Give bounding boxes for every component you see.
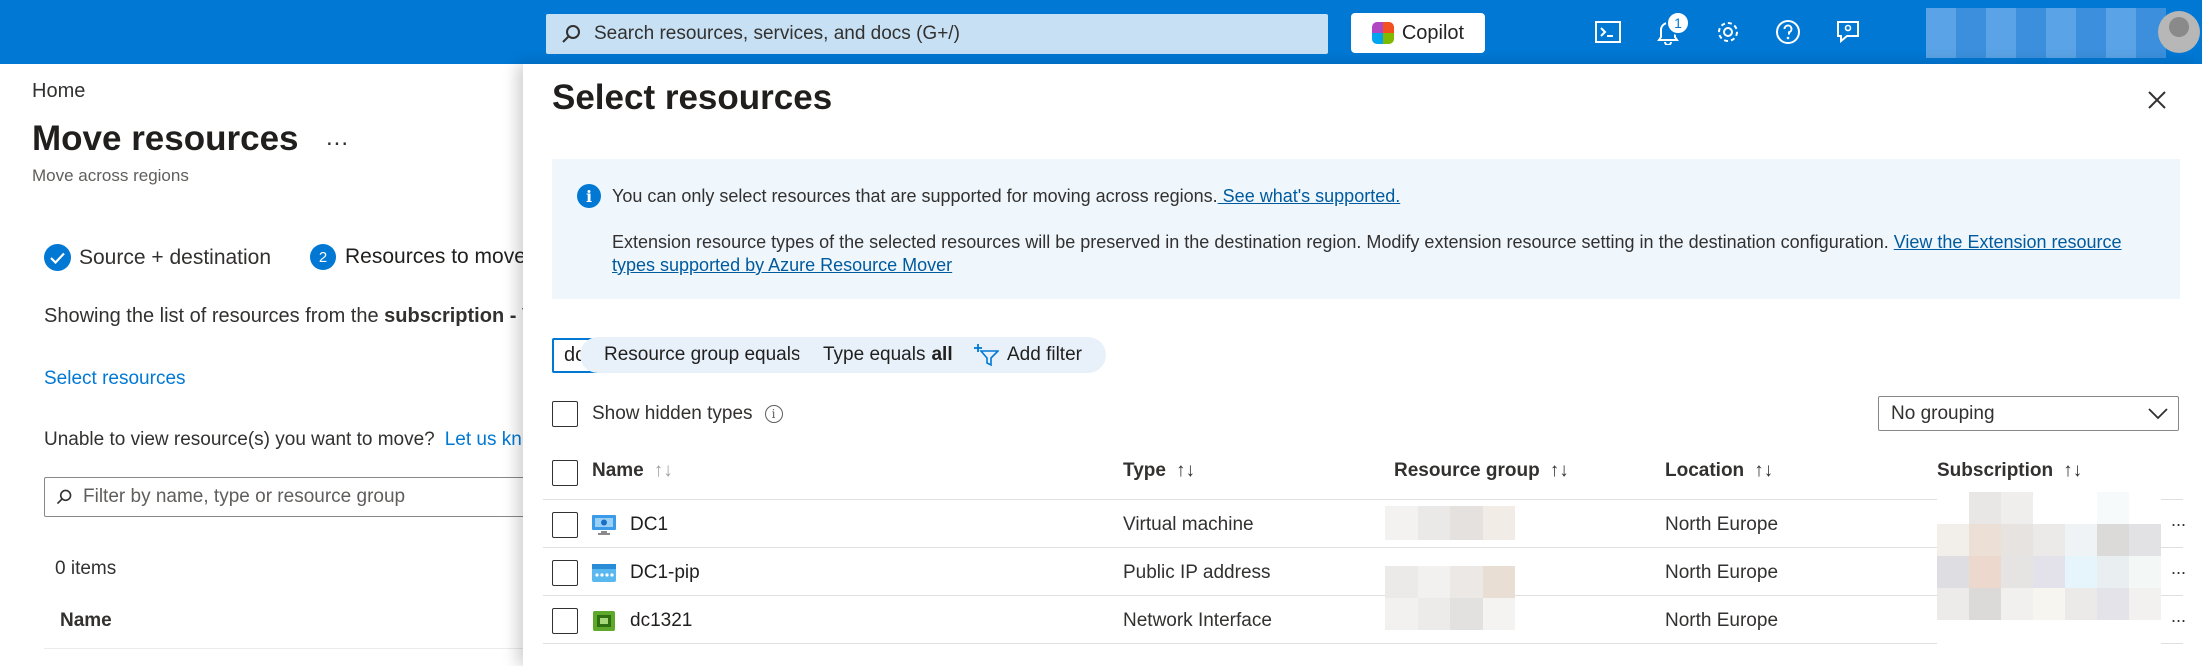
see-whats-supported-link[interactable]: See what's supported. (1218, 186, 1401, 206)
row-location: North Europe (1665, 514, 1779, 535)
resource-group-redacted (1385, 506, 1515, 540)
column-header-name[interactable]: Name (60, 610, 112, 632)
copilot-button[interactable]: Copilot (1351, 13, 1485, 53)
page-subtitle: Move across regions (32, 166, 189, 185)
row-type: Public IP address (1123, 562, 1271, 583)
sort-icon[interactable]: ↑↓ (1754, 460, 1773, 482)
row-more-button[interactable]: ... (2171, 606, 2186, 627)
filter-pill-label: Resource group equals (604, 344, 801, 365)
info-line-1: You can only select resources that are s… (612, 186, 1400, 207)
show-hidden-types[interactable]: Show hidden types i (552, 401, 783, 427)
info-text-2: Extension resource types of the selected… (612, 232, 1894, 252)
select-resources-panel: Select resources i You can only select r… (523, 64, 2202, 666)
filter-pill-value: all (931, 344, 953, 365)
row-checkbox[interactable] (552, 608, 578, 634)
filter-placeholder: Filter by name, type or resource group (83, 486, 406, 507)
row-name[interactable]: dc1321 (630, 610, 692, 632)
wizard-step-source-destination[interactable]: Source + destination (44, 244, 271, 271)
row-more-button[interactable]: ... (2171, 510, 2186, 531)
filter-pill-label: Type equals (823, 344, 926, 365)
global-search-placeholder: Search resources, services, and docs (G+… (594, 23, 960, 44)
avatar[interactable] (2158, 11, 2200, 53)
column-header-name[interactable]: Name ↑↓ (592, 460, 673, 482)
step2-number: 2 (310, 244, 336, 270)
add-filter-label: Add filter (1007, 344, 1082, 365)
grouping-value: No grouping (1891, 402, 1995, 424)
select-all-checkbox[interactable] (552, 460, 578, 486)
public-ip-icon (592, 564, 616, 582)
info-icon[interactable]: i (764, 405, 783, 423)
column-header-subscription[interactable]: Subscription ↑↓ (1937, 460, 2082, 482)
search-icon (560, 23, 582, 45)
cloud-shell-icon[interactable] (1592, 16, 1624, 48)
global-search-input[interactable]: Search resources, services, and docs (G+… (546, 14, 1328, 54)
sort-icon[interactable]: ↑↓ (1550, 460, 1569, 482)
gear-icon[interactable] (1712, 16, 1744, 48)
notification-count-badge: 1 (1666, 11, 1690, 35)
chevron-down-icon (2148, 407, 2168, 419)
close-icon[interactable] (2143, 86, 2171, 114)
panel-title: Select resources (552, 78, 833, 117)
search-icon (56, 489, 72, 505)
column-header-label: Subscription (1937, 460, 2054, 481)
row-location: North Europe (1665, 610, 1779, 631)
row-type: Virtual machine (1123, 514, 1254, 535)
column-header-label: Resource group (1394, 460, 1540, 481)
check-icon (44, 244, 71, 271)
column-header-resource-group[interactable]: Resource group ↑↓ (1394, 460, 1569, 482)
select-resources-link[interactable]: Select resources (44, 368, 186, 390)
top-bar: Search resources, services, and docs (G+… (0, 0, 2202, 64)
row-name[interactable]: DC1 (630, 514, 668, 536)
move-resources-blade: Home Move resources ... Move across regi… (0, 64, 544, 666)
items-count: 0 items (55, 558, 117, 579)
show-hidden-types-label: Show hidden types (592, 403, 753, 424)
breadcrumb[interactable]: Home (32, 80, 85, 103)
row-location: North Europe (1665, 562, 1779, 583)
row-more-button[interactable]: ... (2171, 558, 2186, 579)
column-header-location[interactable]: Location ↑↓ (1665, 460, 1773, 482)
network-interface-icon (593, 611, 615, 631)
feedback-icon[interactable] (1832, 16, 1864, 48)
more-options-button[interactable]: ... (326, 124, 349, 152)
copilot-icon (1371, 22, 1394, 44)
info-banner: i You can only select resources that are… (552, 159, 2180, 299)
sort-icon[interactable]: ↑↓ (2063, 460, 2082, 482)
divider (44, 648, 523, 649)
virtual-machine-icon (592, 515, 616, 535)
showing-prefix: Showing the list of resources from the (44, 305, 385, 327)
subscription-redacted (1937, 492, 2161, 652)
step2-label: Resources to move (345, 245, 526, 268)
column-header-type[interactable]: Type ↑↓ (1123, 460, 1195, 482)
step1-label: Source + destination (79, 245, 272, 269)
row-checkbox[interactable] (552, 560, 578, 586)
filter-input[interactable]: Filter by name, type or resource group (44, 477, 544, 517)
sort-icon[interactable]: ↑↓ (654, 460, 673, 482)
let-us-know-link[interactable]: Let us kn (445, 429, 522, 450)
showing-text: Showing the list of resources from the s… (44, 305, 535, 328)
help-icon[interactable] (1772, 16, 1804, 48)
column-header-label: Name (592, 460, 644, 481)
column-header-label: Type (1123, 460, 1166, 481)
row-checkbox[interactable] (552, 512, 578, 538)
resource-group-redacted (1385, 566, 1515, 630)
add-filter-icon (974, 344, 999, 367)
row-type: Network Interface (1123, 610, 1272, 631)
page-title: Move resources (32, 119, 299, 158)
column-header-label: Location (1665, 460, 1745, 481)
grouping-dropdown[interactable]: No grouping (1878, 396, 2179, 431)
info-icon: i (577, 184, 601, 208)
info-text-1: You can only select resources that are s… (612, 186, 1218, 206)
unable-label: Unable to view resource(s) you want to m… (44, 429, 435, 450)
info-line-2: Extension resource types of the selected… (612, 231, 2132, 277)
sort-icon[interactable]: ↑↓ (1176, 460, 1195, 482)
account-info-redacted[interactable] (1926, 8, 2166, 58)
unable-text: Unable to view resource(s) you want to m… (44, 429, 522, 451)
copilot-label: Copilot (1401, 21, 1465, 44)
row-name[interactable]: DC1-pip (630, 562, 700, 584)
add-filter-button[interactable]: Add filter (957, 337, 1106, 373)
show-hidden-types-checkbox[interactable] (552, 401, 578, 427)
wizard-step-resources-to-move[interactable]: 2 Resources to move (310, 244, 526, 270)
showing-subscription: subscription - V (384, 305, 536, 327)
